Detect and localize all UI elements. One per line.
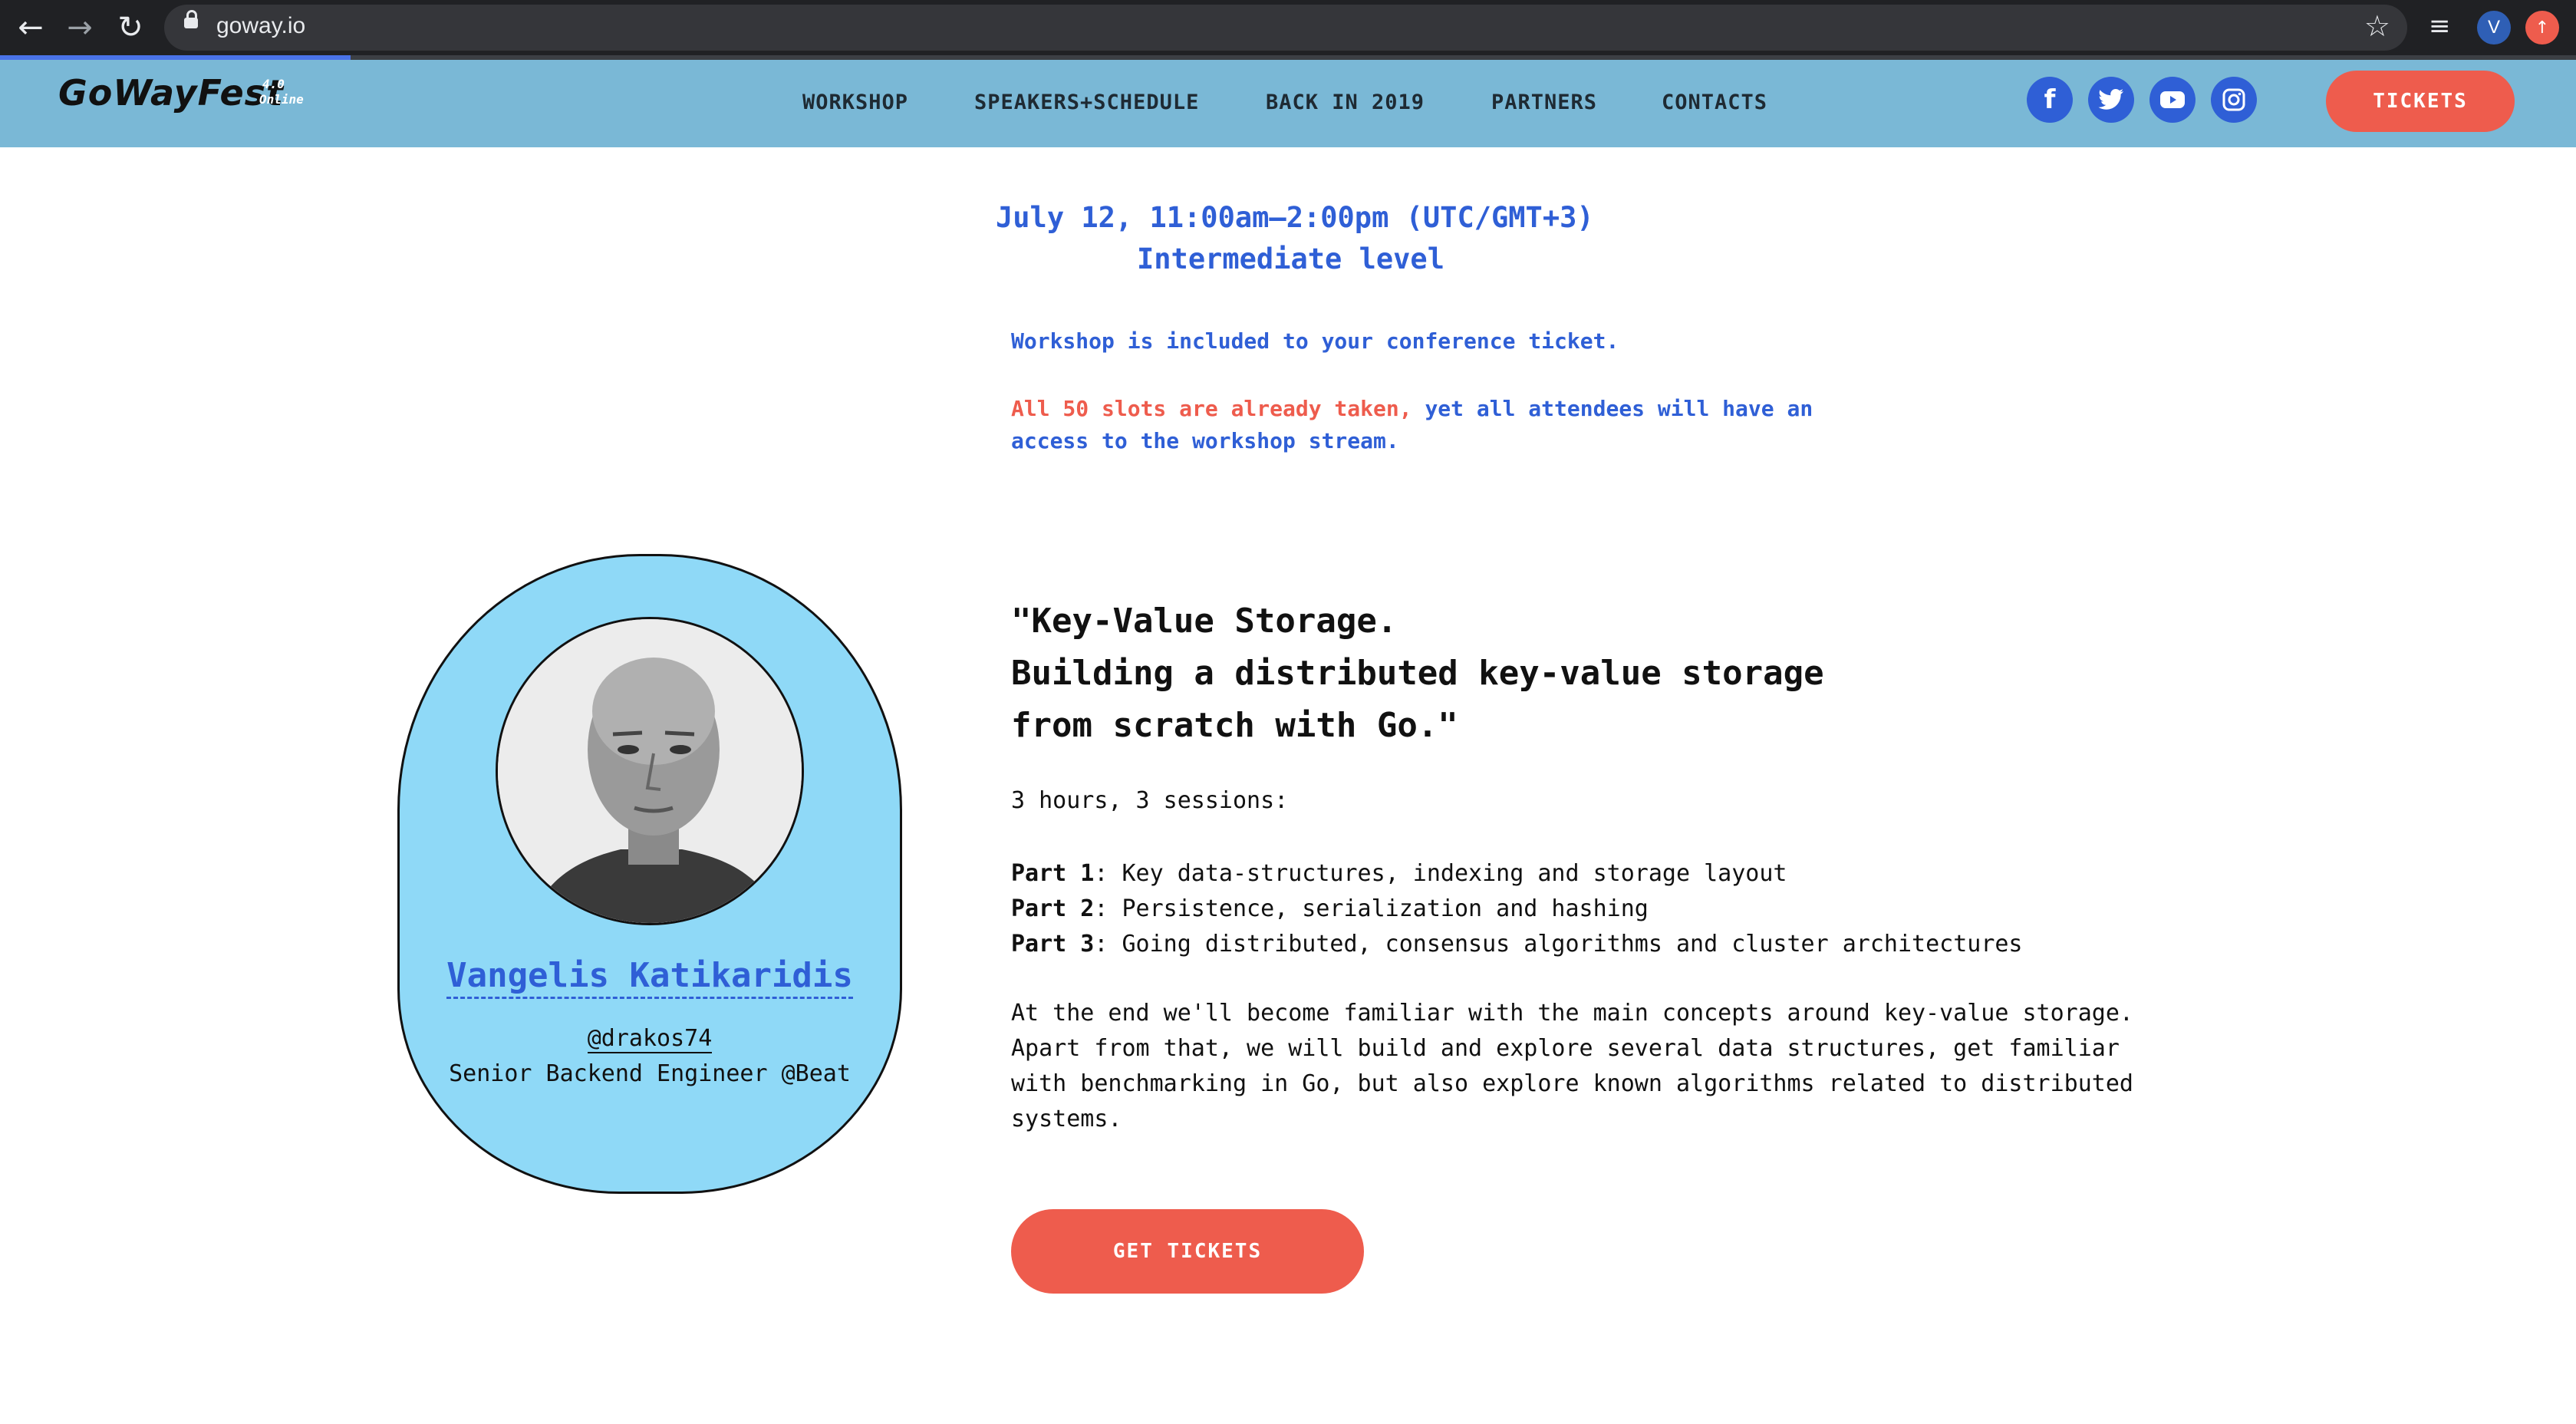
talk-duration: 3 hours, 3 sessions: bbox=[1011, 787, 1289, 814]
talk-title: "Key-Value Storage. Building a distribut… bbox=[1011, 595, 1824, 752]
session-text: : Persistence, serialization and hashing bbox=[1094, 895, 1649, 922]
talk-title-line: Building a distributed key-value storage bbox=[1011, 654, 1824, 693]
bookmark-star-icon[interactable]: ☆ bbox=[2364, 9, 2390, 43]
workshop-date: July 12, 11:00am–2:00pm (UTC/GMT+3) bbox=[996, 201, 1594, 234]
talk-title-line: "Key-Value Storage. bbox=[1011, 602, 1398, 641]
slots-note: All 50 slots are already taken, yet all … bbox=[1011, 393, 1870, 457]
speaker-photo bbox=[496, 617, 804, 925]
included-note: Workshop is included to your conference … bbox=[1011, 328, 1619, 354]
talk-title-line: from scratch with Go." bbox=[1011, 706, 1458, 745]
session-label: Part 2 bbox=[1011, 895, 1095, 922]
session-text: : Going distributed, consensus algorithm… bbox=[1094, 931, 2023, 958]
speaker-name-link[interactable]: Vangelis Katikaridis bbox=[397, 956, 902, 999]
profile-avatar[interactable]: V bbox=[2477, 11, 2511, 44]
session-label: Part 3 bbox=[1011, 931, 1095, 958]
description-line: with benchmarking in Go, but also explor… bbox=[1011, 1070, 2133, 1097]
facebook-icon[interactable]: f bbox=[2027, 77, 2073, 123]
slots-taken-text: All 50 slots are already taken, bbox=[1011, 396, 1412, 421]
logo-version: 4.0 bbox=[262, 77, 285, 91]
instagram-icon[interactable] bbox=[2211, 77, 2257, 123]
workshop-level: Intermediate level bbox=[1137, 242, 1444, 275]
get-tickets-button[interactable]: GET TICKETS bbox=[1011, 1209, 1364, 1294]
reload-icon[interactable]: ↻ bbox=[110, 8, 150, 48]
speaker-handle[interactable]: @drakos74 bbox=[587, 1025, 713, 1053]
description-line: systems. bbox=[1011, 1106, 1122, 1132]
address-bar[interactable]: goway.io ☆ bbox=[164, 5, 2407, 51]
logo-edition: 4.0 Online bbox=[259, 77, 304, 107]
media-control-icon[interactable]: ≡ bbox=[2429, 11, 2451, 41]
speaker-name[interactable]: Vangelis Katikaridis bbox=[446, 956, 853, 999]
session-text: : Key data-structures, indexing and stor… bbox=[1094, 860, 1787, 887]
site-header: GoWayFest 4.0 Online WORKSHOP SPEAKERS+S… bbox=[0, 60, 2576, 147]
description-line: At the end we'll become familiar with th… bbox=[1011, 1000, 2133, 1027]
nav-speakers-schedule[interactable]: SPEAKERS+SCHEDULE bbox=[974, 91, 1199, 114]
lock-icon bbox=[184, 10, 198, 28]
nav-back-in-2019[interactable]: BACK IN 2019 bbox=[1266, 91, 1425, 114]
nav-workshop[interactable]: WORKSHOP bbox=[802, 91, 908, 114]
forward-icon[interactable]: → bbox=[60, 8, 100, 48]
extension-icon[interactable]: ↑ bbox=[2525, 11, 2559, 44]
browser-toolbar: ← → ↻ goway.io ☆ ≡ V ↑ bbox=[0, 0, 2576, 55]
nav-partners[interactable]: PARTNERS bbox=[1491, 91, 1597, 114]
talk-description: At the end we'll become familiar with th… bbox=[1011, 996, 2146, 1137]
url-text[interactable]: goway.io bbox=[216, 13, 305, 39]
session-label: Part 1 bbox=[1011, 860, 1095, 887]
session-item: Part 2: Persistence, serialization and h… bbox=[1011, 892, 2023, 927]
twitter-icon[interactable] bbox=[2088, 77, 2134, 123]
nav-contacts[interactable]: CONTACTS bbox=[1662, 91, 1767, 114]
speaker-role: Senior Backend Engineer @Beat bbox=[449, 1060, 851, 1087]
youtube-icon[interactable] bbox=[2149, 77, 2196, 123]
logo-edition-label: Online bbox=[259, 92, 304, 107]
session-item: Part 1: Key data-structures, indexing an… bbox=[1011, 856, 2023, 892]
speaker-handle-link[interactable]: @drakos74 bbox=[397, 1025, 902, 1053]
session-item: Part 3: Going distributed, consensus alg… bbox=[1011, 927, 2023, 962]
back-icon[interactable]: ← bbox=[11, 8, 51, 48]
tickets-button[interactable]: TICKETS bbox=[2326, 71, 2515, 132]
session-list: Part 1: Key data-structures, indexing an… bbox=[1011, 856, 2023, 962]
site-logo[interactable]: GoWayFest bbox=[58, 72, 284, 114]
description-line: Apart from that, we will build and explo… bbox=[1011, 1035, 2120, 1062]
